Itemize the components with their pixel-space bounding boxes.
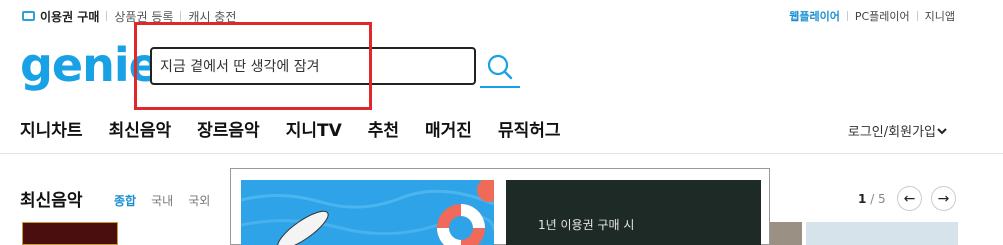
chevron-down-icon xyxy=(937,127,947,134)
utility-right: 웹플레이어 PC플레이어 지니앱 xyxy=(789,8,955,24)
arrow-right-icon: → xyxy=(937,190,950,207)
pool-illustration xyxy=(241,180,494,245)
nav-item-chart[interactable]: 지니차트 xyxy=(20,116,83,141)
annotation-highlight-box xyxy=(134,22,372,110)
divider xyxy=(846,11,848,21)
promo-image-text[interactable] xyxy=(506,180,761,245)
nav-item-newest[interactable]: 최신음악 xyxy=(109,116,172,141)
tab-foreign[interactable]: 국외 xyxy=(188,192,210,209)
prev-button[interactable]: ← xyxy=(897,186,922,211)
login-link[interactable]: 로그인/회원가입 xyxy=(848,121,948,140)
pager: 1 / 5 xyxy=(858,192,886,206)
divider xyxy=(180,11,182,21)
nav-item-genie-tv[interactable]: 지니TV xyxy=(286,116,342,141)
main-nav: 지니차트 최신음악 장르음악 지니TV 추천 매거진 뮤직허그 xyxy=(20,116,587,141)
album-thumbnail[interactable] xyxy=(22,222,118,245)
web-player-link[interactable]: 웹플레이어 xyxy=(789,8,840,24)
nav-item-genre[interactable]: 장르음악 xyxy=(197,116,260,141)
ticket-icon xyxy=(22,11,35,21)
arrow-left-icon: ← xyxy=(903,190,916,207)
pc-player-link[interactable]: PC플레이어 xyxy=(855,8,910,24)
page-current: 1 xyxy=(858,192,867,206)
album-thumbnail[interactable] xyxy=(806,222,958,245)
login-label: 로그인/회원가입 xyxy=(847,125,936,140)
header-divider xyxy=(0,153,1003,154)
search-button[interactable] xyxy=(480,48,520,88)
section-title: 최신음악 xyxy=(20,191,83,211)
page-total: 5 xyxy=(878,192,886,206)
tab-domestic[interactable]: 국내 xyxy=(151,192,173,209)
page-slash: / xyxy=(870,192,879,206)
nav-item-musichug[interactable]: 뮤직허그 xyxy=(498,116,561,141)
section-tabs: 종합 국내 국외 xyxy=(114,192,225,209)
next-button[interactable]: → xyxy=(931,186,956,211)
promo-image-pool[interactable] xyxy=(241,180,494,245)
tab-all[interactable]: 종합 xyxy=(114,192,136,209)
nav-item-recommend[interactable]: 추천 xyxy=(368,116,399,141)
promo-text: 1년 이용권 구매 시 xyxy=(538,218,635,232)
ticket-purchase-link[interactable]: 이용권 구매 xyxy=(40,8,99,25)
divider xyxy=(106,11,108,21)
search-icon xyxy=(487,54,513,80)
divider xyxy=(916,11,918,21)
nav-item-magazine[interactable]: 매거진 xyxy=(425,116,472,141)
genie-app-link[interactable]: 지니앱 xyxy=(925,8,955,24)
